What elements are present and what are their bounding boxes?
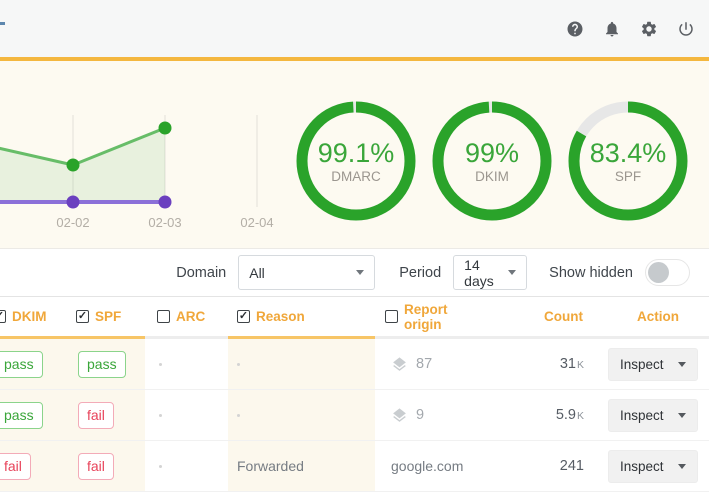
cell-spf: fail: [72, 390, 145, 441]
inspect-button-label: Inspect: [620, 459, 664, 474]
x-axis-label: 02-03: [148, 215, 181, 230]
cell-action: Inspect: [590, 390, 709, 441]
count-value: 5.9K: [556, 407, 584, 423]
toggle-knob: [648, 262, 669, 283]
column-label: Action: [637, 309, 679, 324]
cell-reason: [228, 339, 375, 390]
logo-fragment: [0, 22, 5, 25]
empty-value-dot: [237, 414, 240, 417]
spf-badge-fail: fail: [78, 453, 114, 480]
notifications-icon[interactable]: [603, 20, 621, 38]
donut-ring: [296, 101, 416, 221]
arc-column-checkbox[interactable]: [157, 310, 170, 323]
cell-arc: [145, 339, 228, 390]
spf-badge-pass: pass: [78, 351, 126, 378]
donut-gauge-dmarc: 99.1%DMARC: [296, 101, 416, 221]
cell-action: Inspect: [590, 339, 709, 390]
donut-gauge-dkim: 99%DKIM: [432, 101, 552, 221]
empty-value-dot: [159, 363, 162, 366]
settings-icon[interactable]: [640, 20, 658, 38]
column-label: DKIM: [12, 309, 47, 324]
column-header-reason: ✓ Reason: [228, 297, 375, 339]
spf-badge-fail: fail: [78, 402, 114, 429]
domain-select-value: All: [249, 265, 265, 281]
table-body: pass pass 87 31K Inspect pass fail 9 5.9K Inspect…: [0, 339, 709, 492]
cell-dkim: pass: [0, 339, 72, 390]
power-icon[interactable]: [677, 20, 695, 38]
dkim-badge-fail: fail: [0, 453, 31, 480]
chevron-down-icon: [678, 464, 686, 469]
chevron-down-icon: [356, 270, 364, 275]
column-header-count: Count: [485, 297, 590, 339]
layers-icon: [391, 407, 408, 424]
origin-count: 9: [416, 407, 424, 423]
dkim-badge-pass: pass: [0, 402, 43, 429]
cell-report-origin: 87: [375, 339, 485, 390]
results-table: ✓ DKIM ✓ SPF ARC ✓ Reason Report origin Count Act…: [0, 297, 709, 492]
column-label: Report origin: [404, 302, 485, 332]
column-label: Count: [544, 309, 583, 324]
chart-section: 02-02 02-03 02-04 99.1%DMARC99%DKIM83.4%SP…: [0, 61, 709, 248]
show-hidden-toggle[interactable]: [645, 259, 690, 286]
empty-value-dot: [159, 414, 162, 417]
cell-arc: [145, 390, 228, 441]
donut-ring: [568, 101, 688, 221]
spf-column-checkbox[interactable]: ✓: [76, 310, 89, 323]
cell-spf: pass: [72, 339, 145, 390]
chevron-down-icon: [678, 362, 686, 367]
inspect-button[interactable]: Inspect: [608, 399, 698, 432]
chevron-down-icon: [508, 270, 516, 275]
x-axis-label: 02-04: [240, 215, 273, 230]
help-icon[interactable]: [566, 20, 584, 38]
table-row: pass fail 9 5.9K Inspect: [0, 390, 709, 441]
origin-column-checkbox[interactable]: [385, 310, 398, 323]
origin-domain: google.com: [391, 458, 463, 474]
inspect-button[interactable]: Inspect: [608, 450, 698, 483]
top-bar: [0, 0, 709, 57]
reason-column-checkbox[interactable]: ✓: [237, 310, 250, 323]
empty-value-dot: [237, 363, 240, 366]
inspect-button-label: Inspect: [620, 357, 664, 372]
column-label: ARC: [176, 309, 205, 324]
period-select[interactable]: 14 days: [453, 255, 527, 290]
period-select-value: 14 days: [464, 257, 508, 289]
table-header-row: ✓ DKIM ✓ SPF ARC ✓ Reason Report origin Count Act…: [0, 297, 709, 339]
donut-gauge-spf: 83.4%SPF: [568, 101, 688, 221]
column-header-dkim: ✓ DKIM: [0, 297, 72, 339]
cell-count: 5.9K: [485, 390, 590, 441]
top-bar-icons: [566, 0, 695, 57]
dkim-column-checkbox[interactable]: ✓: [0, 310, 6, 323]
domain-select[interactable]: All: [238, 255, 375, 290]
x-axis-label: 02-02: [56, 215, 89, 230]
layers-icon: [391, 356, 408, 373]
table-row: pass pass 87 31K Inspect: [0, 339, 709, 390]
inspect-button-label: Inspect: [620, 408, 664, 423]
dkim-badge-pass: pass: [0, 351, 43, 378]
period-filter-label: Period: [399, 265, 441, 281]
show-hidden-label: Show hidden: [549, 265, 633, 281]
chevron-down-icon: [678, 413, 686, 418]
empty-value-dot: [159, 465, 162, 468]
cell-dkim: pass: [0, 390, 72, 441]
origin-count: 87: [416, 356, 432, 372]
column-label: SPF: [95, 309, 121, 324]
domain-filter-label: Domain: [176, 265, 226, 281]
count-value: 241: [560, 458, 584, 474]
filter-bar: Domain All Period 14 days Show hidden: [0, 248, 709, 297]
donut-ring: [432, 101, 552, 221]
column-header-spf: ✓ SPF: [72, 297, 145, 339]
column-header-origin: Report origin: [375, 297, 485, 339]
count-value: 31K: [560, 356, 584, 372]
column-label: Reason: [256, 309, 305, 324]
inspect-button[interactable]: Inspect: [608, 348, 698, 381]
cell-reason: [228, 390, 375, 441]
cell-report-origin: 9: [375, 390, 485, 441]
column-header-arc: ARC: [145, 297, 228, 339]
cell-count: 31K: [485, 339, 590, 390]
timeline-chart: 02-02 02-03 02-04: [0, 61, 290, 248]
column-header-action: Action: [590, 297, 709, 339]
reason-text: Forwarded: [237, 458, 304, 474]
